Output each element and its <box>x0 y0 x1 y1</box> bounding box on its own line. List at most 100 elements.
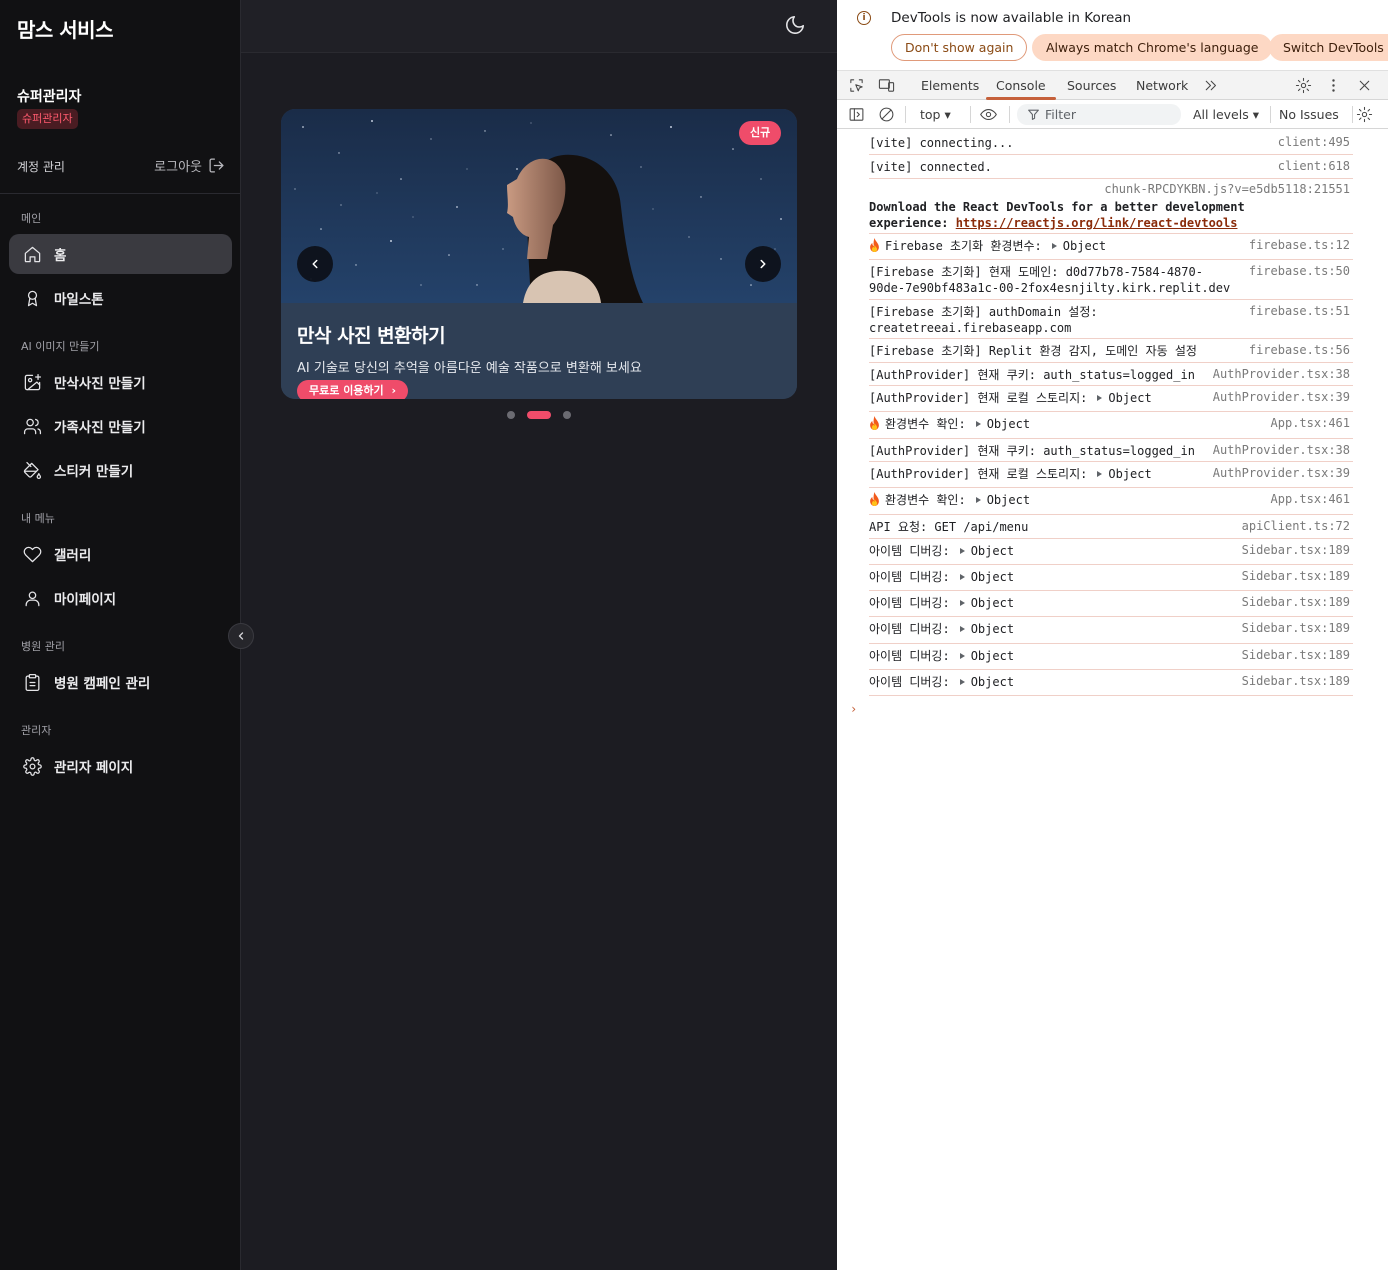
switch-devtools-button[interactable]: Switch DevTools t <box>1269 34 1388 61</box>
log-object-preview[interactable]: Object <box>1108 391 1151 405</box>
log-source-link[interactable]: Sidebar.tsx:189 <box>1242 569 1350 583</box>
filter-input[interactable] <box>1045 106 1175 123</box>
expand-triangle-icon[interactable] <box>1097 471 1103 477</box>
carousel-prev-button[interactable] <box>297 246 333 282</box>
log-source-link[interactable]: App.tsx:461 <box>1271 416 1350 430</box>
expand-triangle-icon[interactable] <box>959 626 965 632</box>
inspect-element-icon[interactable] <box>846 75 866 95</box>
console-output: › [vite] connecting... client:495 [vite] c… <box>837 131 1357 1270</box>
context-select[interactable]: top ▾ <box>920 107 951 122</box>
log-source-link[interactable]: Sidebar.tsx:189 <box>1242 543 1350 557</box>
sidebar-item-admin-page[interactable]: 관리자 페이지 <box>9 746 232 786</box>
eye-icon[interactable] <box>978 104 998 124</box>
expand-triangle-icon[interactable] <box>959 653 965 659</box>
brand-logo[interactable]: 맘스 서비스 <box>17 14 113 43</box>
log-object-preview[interactable]: Object <box>971 544 1014 558</box>
log-source-link[interactable]: client:495 <box>1278 135 1350 149</box>
expand-triangle-icon[interactable] <box>975 497 981 503</box>
dropdown-arrow-icon: ▾ <box>1252 107 1259 122</box>
log-source-link[interactable]: chunk-RPCDYKBN.js?v=e5db5118:21551 <box>1104 182 1350 196</box>
logout-button[interactable]: 로그아웃 <box>154 156 225 175</box>
more-tabs-icon[interactable] <box>1200 75 1220 95</box>
log-source-link[interactable]: Sidebar.tsx:189 <box>1242 621 1350 635</box>
issues-counter[interactable]: No Issues <box>1279 107 1339 122</box>
clear-console-icon[interactable] <box>876 104 896 124</box>
expand-triangle-icon[interactable] <box>959 679 965 685</box>
hero-banner[interactable]: 신규 만삭 사진 변환하기 AI 기술로 당신의 추억을 아름다운 예술 작품으… <box>281 109 797 399</box>
kebab-menu-icon[interactable] <box>1323 75 1343 95</box>
sidebar-item-maternity-photo[interactable]: 만삭사진 만들기 <box>9 362 232 402</box>
settings-gear-icon[interactable] <box>1293 75 1313 95</box>
sidebar-item-family-photo[interactable]: 가족사진 만들기 <box>9 406 232 446</box>
expand-triangle-icon[interactable] <box>1097 395 1103 401</box>
log-source-link[interactable]: App.tsx:461 <box>1271 492 1350 506</box>
react-devtools-link[interactable]: https://reactjs.org/link/react-devtools <box>956 216 1238 230</box>
sidebar-collapse-button[interactable] <box>228 623 254 649</box>
log-object-preview[interactable]: Object <box>971 649 1014 663</box>
tab-network[interactable]: Network <box>1136 78 1188 93</box>
sidebar-item-milestone[interactable]: 마일스톤 <box>9 278 232 318</box>
tab-sources[interactable]: Sources <box>1067 78 1116 93</box>
account-settings-link[interactable]: 계정 관리 <box>17 158 65 175</box>
log-levels-select[interactable]: All levels ▾ <box>1193 107 1259 122</box>
carousel-dot-active[interactable] <box>527 411 551 419</box>
log-source-link[interactable]: AuthProvider.tsx:38 <box>1213 367 1350 381</box>
log-object-preview[interactable]: Object <box>971 570 1014 584</box>
log-object-preview[interactable]: Object <box>987 493 1030 507</box>
console-log-row: 아이템 디버깅: Object Sidebar.tsx:189 <box>869 670 1353 696</box>
moon-icon[interactable] <box>784 14 806 36</box>
log-object-preview[interactable]: Object <box>971 596 1014 610</box>
match-language-button[interactable]: Always match Chrome's language <box>1032 34 1273 61</box>
sidebar-item-hospital-campaign[interactable]: 병원 캠페인 관리 <box>9 662 232 702</box>
log-message: 환경변수 확인: Object <box>869 416 1030 432</box>
device-toolbar-icon[interactable] <box>876 75 896 95</box>
tab-elements[interactable]: Elements <box>921 78 979 93</box>
console-settings-icon[interactable] <box>1354 104 1374 124</box>
log-source-link[interactable]: AuthProvider.tsx:38 <box>1213 443 1350 457</box>
carousel-next-button[interactable] <box>745 246 781 282</box>
log-source-link[interactable]: client:618 <box>1278 159 1350 173</box>
expand-triangle-icon[interactable] <box>959 574 965 580</box>
carousel-dot[interactable] <box>507 411 515 419</box>
sidebar-toggle-icon[interactable] <box>846 104 866 124</box>
dont-show-again-button[interactable]: Don't show again <box>891 34 1028 61</box>
log-object-preview[interactable]: Object <box>1063 239 1106 253</box>
log-source-link[interactable]: Sidebar.tsx:189 <box>1242 648 1350 662</box>
log-source-link[interactable]: AuthProvider.tsx:39 <box>1213 390 1350 404</box>
banner-cta-button[interactable]: 무료로 이용하기 › <box>297 380 409 399</box>
sidebar-item-home[interactable]: 홈 <box>9 234 232 274</box>
log-message: 아이템 디버깅: Object <box>869 621 1014 637</box>
close-icon[interactable] <box>1354 75 1374 95</box>
console-log-row: API 요청: GET /api/menu apiClient.ts:72 <box>869 515 1353 539</box>
expand-triangle-icon[interactable] <box>975 421 981 427</box>
infobar-message: DevTools is now available in Korean <box>891 10 1132 26</box>
expand-triangle-icon[interactable] <box>1051 243 1057 249</box>
log-message: Firebase 초기화 환경변수: Object <box>869 238 1106 254</box>
sidebar-item-label: 스티커 만들기 <box>54 464 134 480</box>
log-source-link[interactable]: firebase.ts:56 <box>1249 343 1350 357</box>
log-source-link[interactable]: Sidebar.tsx:189 <box>1242 674 1350 688</box>
console-log-row: [Firebase 초기화] 현재 도메인: d0d77b78-7584-487… <box>869 260 1353 300</box>
log-source-link[interactable]: apiClient.ts:72 <box>1242 519 1350 533</box>
expand-triangle-icon[interactable] <box>959 548 965 554</box>
expand-triangle-icon[interactable] <box>959 600 965 606</box>
log-object-preview[interactable]: Object <box>971 675 1014 689</box>
sidebar-item-sticker[interactable]: 스티커 만들기 <box>9 450 232 490</box>
log-message: 아이템 디버깅: Object <box>869 595 1014 611</box>
console-log-row: Download the React DevTools for a better… <box>869 179 1353 234</box>
carousel-dot[interactable] <box>563 411 571 419</box>
log-object-preview[interactable]: Object <box>971 622 1014 636</box>
sidebar-item-gallery[interactable]: 갤러리 <box>9 534 232 574</box>
console-prompt[interactable]: › <box>850 702 857 716</box>
log-source-link[interactable]: firebase.ts:12 <box>1249 238 1350 252</box>
log-source-link[interactable]: Sidebar.tsx:189 <box>1242 595 1350 609</box>
log-source-link[interactable]: firebase.ts:50 <box>1249 264 1350 278</box>
log-source-link[interactable]: firebase.ts:51 <box>1249 304 1350 318</box>
tab-console[interactable]: Console <box>996 78 1046 93</box>
log-object-preview[interactable]: Object <box>987 417 1030 431</box>
log-object-preview[interactable]: Object <box>1108 467 1151 481</box>
sidebar-item-label: 갤러리 <box>54 548 92 564</box>
log-source-link[interactable]: AuthProvider.tsx:39 <box>1213 466 1350 480</box>
sidebar-item-mypage[interactable]: 마이페이지 <box>9 578 232 618</box>
console-log-row: [AuthProvider] 현재 로컬 스토리지: Object AuthProv… <box>869 386 1353 412</box>
